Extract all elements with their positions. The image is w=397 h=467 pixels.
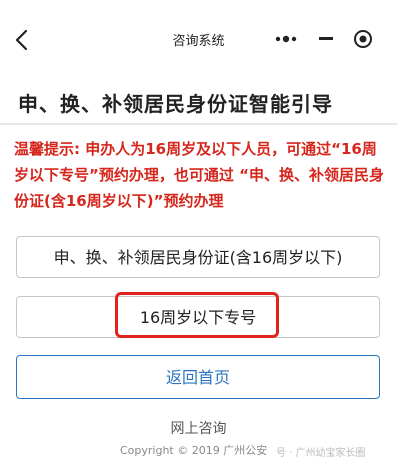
online-consult-link[interactable]: 网上咨询 [0,418,397,438]
mini-program-capsule [275,26,379,52]
minimize-icon[interactable] [319,37,333,41]
under16-special-button[interactable]: 16周岁以下专号 [16,296,380,338]
page-title: 申、换、补领居民身份证智能引导 [18,92,333,116]
id-card-apply-button[interactable]: 申、换、补领居民身份证(含16周岁以下) [16,236,380,278]
back-home-button[interactable]: 返回首页 [16,355,380,399]
warm-tip-text: 温馨提示: 申办人为16周岁及以下人员，可通过“16周岁以下专号”预约办理，也可… [14,140,384,210]
target-close-icon[interactable] [353,29,373,49]
divider [0,123,397,125]
more-dots-icon[interactable] [275,35,297,43]
copyright-text: Copyright © 2019 广州公安 [120,444,268,457]
nav-bar: 咨询系统 [0,0,397,72]
watermark-text: 号 · 广州幼宝家长圈 [276,448,366,459]
